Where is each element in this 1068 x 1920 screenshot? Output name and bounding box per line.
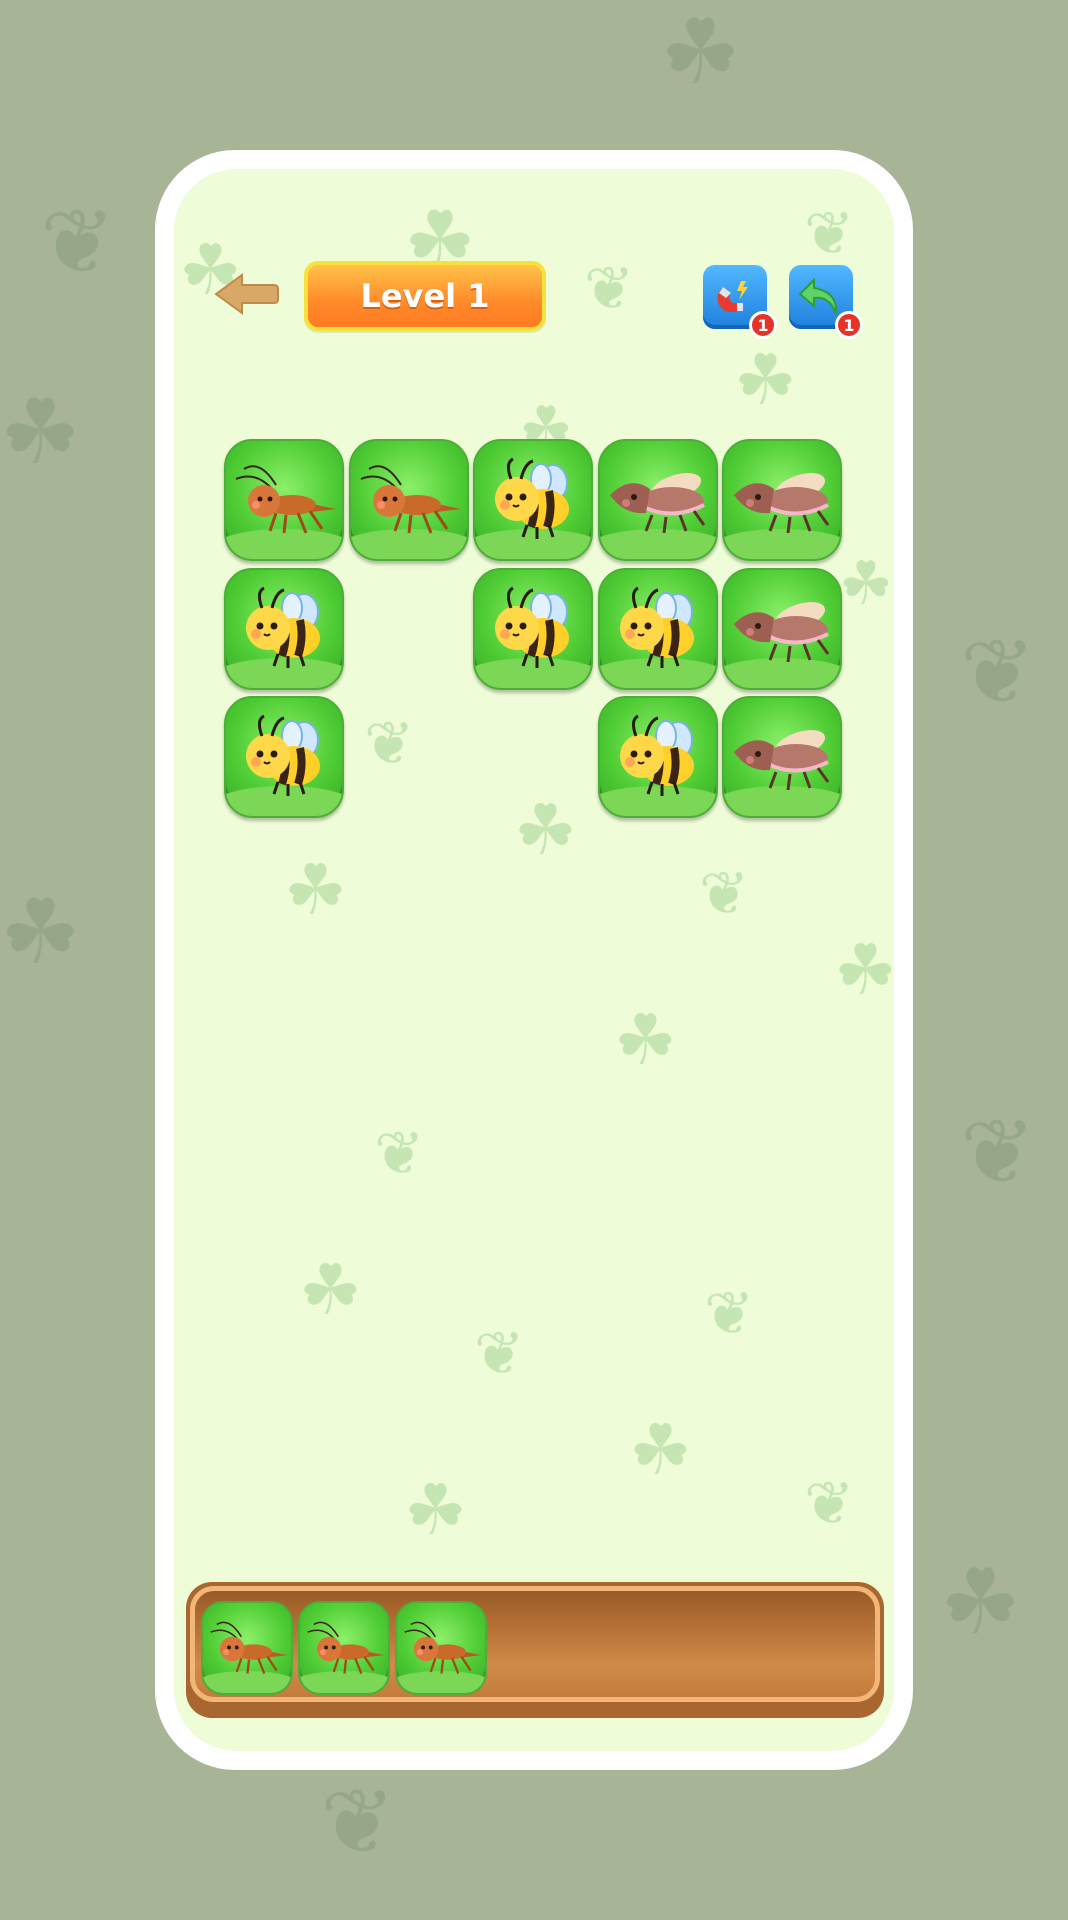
background-leaf-icon: ❦ — [960, 620, 1036, 725]
leaf-decoration-icon: ❦ — [364, 709, 415, 779]
clover-decoration-icon: ☘ — [404, 1469, 467, 1551]
clover-decoration-icon: ☘ — [614, 999, 677, 1081]
bee-icon — [495, 586, 569, 668]
beetle-icon — [734, 730, 830, 791]
tray-tile-cricket — [201, 1601, 293, 1695]
bee-icon — [495, 457, 569, 539]
clover-decoration-icon: ☘ — [299, 1249, 362, 1331]
board-tile-bee[interactable] — [224, 567, 344, 690]
bee-icon — [619, 714, 694, 796]
game-screen: ☘ ❦ ☘ ❦ ☘ ☘ ☘ ❦ ☘ ☘ ❦ ☘ ☘ ❦ ☘ ❦ ❦ ☘ ☘ ❦ … — [174, 169, 894, 1751]
beetle-icon — [734, 601, 830, 662]
leaf-decoration-icon: ❦ — [804, 1469, 855, 1539]
cricket-icon — [235, 465, 336, 534]
leaf-decoration-icon: ❦ — [804, 199, 855, 269]
background-clover-icon: ☘ — [0, 380, 81, 485]
beetle-icon — [734, 473, 830, 534]
background-leaf-icon: ❦ — [320, 1770, 396, 1875]
background-leaf-icon: ❦ — [40, 190, 116, 295]
leaf-decoration-icon: ❦ — [704, 1279, 755, 1349]
board-tile-bee[interactable] — [473, 439, 593, 561]
tray-slots — [190, 1586, 880, 1702]
clover-decoration-icon: ☘ — [629, 1409, 692, 1491]
magnet-count-badge: 1 — [749, 311, 777, 339]
background-clover-icon: ☘ — [660, 0, 741, 105]
clover-decoration-icon: ☘ — [514, 789, 577, 871]
board-tile-beetle[interactable] — [722, 696, 842, 818]
tray-tile-cricket — [395, 1601, 487, 1695]
back-button[interactable] — [212, 269, 282, 319]
cricket-icon — [404, 1621, 482, 1674]
magnet-powerup-button[interactable]: 1 — [703, 265, 777, 339]
cricket-icon — [210, 1621, 288, 1674]
board-tile-bee[interactable] — [473, 567, 593, 690]
board-tile-beetle[interactable] — [722, 439, 842, 561]
board-tile-cricket[interactable] — [348, 439, 469, 561]
background-clover-icon: ☘ — [940, 1550, 1021, 1655]
clover-decoration-icon: ☘ — [284, 849, 347, 931]
board-tile-beetle[interactable] — [597, 439, 718, 561]
level-label: Level 1 — [304, 261, 546, 331]
leaf-decoration-icon: ❦ — [374, 1119, 425, 1189]
board-tile-bee[interactable] — [597, 696, 718, 818]
background-leaf-icon: ❦ — [960, 1100, 1036, 1205]
clover-decoration-icon: ☘ — [834, 929, 894, 1011]
background-clover-icon: ☘ — [0, 880, 81, 985]
beetle-icon — [609, 473, 705, 534]
bee-icon — [246, 586, 320, 668]
board-tile-bee[interactable] — [224, 696, 344, 818]
undo-count-badge: 1 — [835, 311, 863, 339]
cricket-icon — [360, 465, 461, 534]
undo-powerup-button[interactable]: 1 — [789, 265, 863, 339]
cricket-icon — [307, 1621, 385, 1674]
tray-tile-cricket — [298, 1601, 390, 1695]
back-arrow-icon — [214, 273, 279, 315]
leaf-decoration-icon: ❦ — [699, 859, 750, 929]
leaf-decoration-icon: ❦ — [474, 1319, 525, 1389]
phone-frame: ☘ ❦ ☘ ❦ ☘ ☘ ☘ ❦ ☘ ☘ ❦ ☘ ☘ ❦ ☘ ❦ ❦ ☘ ☘ ❦ … — [155, 150, 913, 1770]
clover-decoration-icon: ☘ — [734, 339, 797, 421]
bee-icon — [246, 714, 320, 796]
clover-decoration-icon: ☘ — [839, 549, 893, 619]
magnet-icon — [717, 281, 748, 313]
board-tile-cricket[interactable] — [224, 439, 344, 561]
leaf-decoration-icon: ❦ — [584, 254, 635, 324]
board-tile-beetle[interactable] — [722, 567, 842, 690]
collection-tray — [186, 1582, 884, 1718]
board-tile-bee[interactable] — [597, 567, 718, 690]
bee-icon — [619, 586, 694, 668]
